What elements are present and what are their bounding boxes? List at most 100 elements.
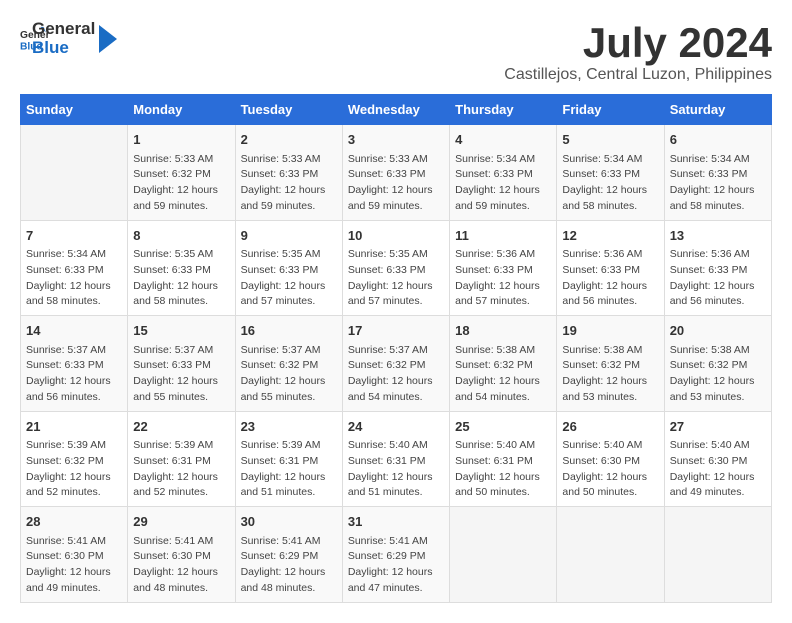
day-number: 20 — [670, 321, 766, 341]
day-info: Sunrise: 5:40 AMSunset: 6:30 PMDaylight:… — [670, 438, 766, 501]
day-info: Sunrise: 5:39 AMSunset: 6:31 PMDaylight:… — [133, 438, 229, 501]
calendar-cell: 27Sunrise: 5:40 AMSunset: 6:30 PMDayligh… — [664, 411, 771, 507]
day-info: Sunrise: 5:34 AMSunset: 6:33 PMDaylight:… — [670, 152, 766, 215]
calendar-cell: 29Sunrise: 5:41 AMSunset: 6:30 PMDayligh… — [128, 507, 235, 603]
calendar-week-row: 14Sunrise: 5:37 AMSunset: 6:33 PMDayligh… — [21, 316, 772, 412]
day-number: 25 — [455, 417, 551, 437]
calendar-cell: 31Sunrise: 5:41 AMSunset: 6:29 PMDayligh… — [342, 507, 449, 603]
day-info: Sunrise: 5:33 AMSunset: 6:33 PMDaylight:… — [241, 152, 337, 215]
day-info: Sunrise: 5:36 AMSunset: 6:33 PMDaylight:… — [562, 247, 658, 310]
day-number: 9 — [241, 226, 337, 246]
day-info: Sunrise: 5:41 AMSunset: 6:30 PMDaylight:… — [133, 534, 229, 597]
calendar-cell — [664, 507, 771, 603]
calendar-header-friday: Friday — [557, 95, 664, 125]
calendar-cell: 28Sunrise: 5:41 AMSunset: 6:30 PMDayligh… — [21, 507, 128, 603]
day-number: 26 — [562, 417, 658, 437]
day-info: Sunrise: 5:41 AMSunset: 6:29 PMDaylight:… — [241, 534, 337, 597]
day-number: 31 — [348, 512, 444, 532]
logo-general-text: General — [32, 20, 95, 39]
day-info: Sunrise: 5:35 AMSunset: 6:33 PMDaylight:… — [241, 247, 337, 310]
calendar-cell: 20Sunrise: 5:38 AMSunset: 6:32 PMDayligh… — [664, 316, 771, 412]
calendar-week-row: 28Sunrise: 5:41 AMSunset: 6:30 PMDayligh… — [21, 507, 772, 603]
day-number: 4 — [455, 130, 551, 150]
calendar-cell: 7Sunrise: 5:34 AMSunset: 6:33 PMDaylight… — [21, 220, 128, 316]
calendar-cell: 11Sunrise: 5:36 AMSunset: 6:33 PMDayligh… — [450, 220, 557, 316]
calendar-cell: 1Sunrise: 5:33 AMSunset: 6:32 PMDaylight… — [128, 125, 235, 221]
title-area: July 2024 Castillejos, Central Luzon, Ph… — [504, 20, 772, 84]
day-info: Sunrise: 5:34 AMSunset: 6:33 PMDaylight:… — [455, 152, 551, 215]
day-info: Sunrise: 5:39 AMSunset: 6:32 PMDaylight:… — [26, 438, 122, 501]
calendar-table: SundayMondayTuesdayWednesdayThursdayFrid… — [20, 94, 772, 603]
calendar-header-thursday: Thursday — [450, 95, 557, 125]
calendar-header-monday: Monday — [128, 95, 235, 125]
page-title: July 2024 — [504, 20, 772, 66]
calendar-cell — [557, 507, 664, 603]
day-number: 27 — [670, 417, 766, 437]
calendar-cell: 12Sunrise: 5:36 AMSunset: 6:33 PMDayligh… — [557, 220, 664, 316]
day-number: 7 — [26, 226, 122, 246]
day-info: Sunrise: 5:37 AMSunset: 6:32 PMDaylight:… — [348, 343, 444, 406]
day-number: 11 — [455, 226, 551, 246]
calendar-cell: 2Sunrise: 5:33 AMSunset: 6:33 PMDaylight… — [235, 125, 342, 221]
day-number: 13 — [670, 226, 766, 246]
calendar-cell: 6Sunrise: 5:34 AMSunset: 6:33 PMDaylight… — [664, 125, 771, 221]
calendar-cell: 10Sunrise: 5:35 AMSunset: 6:33 PMDayligh… — [342, 220, 449, 316]
calendar-cell: 22Sunrise: 5:39 AMSunset: 6:31 PMDayligh… — [128, 411, 235, 507]
day-number: 3 — [348, 130, 444, 150]
day-info: Sunrise: 5:38 AMSunset: 6:32 PMDaylight:… — [562, 343, 658, 406]
calendar-cell: 18Sunrise: 5:38 AMSunset: 6:32 PMDayligh… — [450, 316, 557, 412]
day-info: Sunrise: 5:41 AMSunset: 6:29 PMDaylight:… — [348, 534, 444, 597]
calendar-header-wednesday: Wednesday — [342, 95, 449, 125]
calendar-cell — [450, 507, 557, 603]
calendar-cell: 13Sunrise: 5:36 AMSunset: 6:33 PMDayligh… — [664, 220, 771, 316]
calendar-header-sunday: Sunday — [21, 95, 128, 125]
day-number: 14 — [26, 321, 122, 341]
calendar-cell: 30Sunrise: 5:41 AMSunset: 6:29 PMDayligh… — [235, 507, 342, 603]
day-info: Sunrise: 5:40 AMSunset: 6:31 PMDaylight:… — [455, 438, 551, 501]
day-number: 16 — [241, 321, 337, 341]
day-number: 22 — [133, 417, 229, 437]
day-info: Sunrise: 5:36 AMSunset: 6:33 PMDaylight:… — [670, 247, 766, 310]
logo-blue-text: Blue — [32, 39, 95, 58]
calendar-cell: 23Sunrise: 5:39 AMSunset: 6:31 PMDayligh… — [235, 411, 342, 507]
day-info: Sunrise: 5:36 AMSunset: 6:33 PMDaylight:… — [455, 247, 551, 310]
day-info: Sunrise: 5:37 AMSunset: 6:33 PMDaylight:… — [26, 343, 122, 406]
calendar-header-tuesday: Tuesday — [235, 95, 342, 125]
calendar-cell: 8Sunrise: 5:35 AMSunset: 6:33 PMDaylight… — [128, 220, 235, 316]
day-number: 15 — [133, 321, 229, 341]
calendar-cell: 21Sunrise: 5:39 AMSunset: 6:32 PMDayligh… — [21, 411, 128, 507]
day-number: 1 — [133, 130, 229, 150]
calendar-cell: 4Sunrise: 5:34 AMSunset: 6:33 PMDaylight… — [450, 125, 557, 221]
day-number: 21 — [26, 417, 122, 437]
day-number: 24 — [348, 417, 444, 437]
day-number: 2 — [241, 130, 337, 150]
day-number: 8 — [133, 226, 229, 246]
calendar-cell — [21, 125, 128, 221]
page-subtitle: Castillejos, Central Luzon, Philippines — [504, 66, 772, 84]
day-number: 18 — [455, 321, 551, 341]
calendar-header-saturday: Saturday — [664, 95, 771, 125]
day-number: 29 — [133, 512, 229, 532]
day-info: Sunrise: 5:34 AMSunset: 6:33 PMDaylight:… — [26, 247, 122, 310]
day-number: 10 — [348, 226, 444, 246]
day-info: Sunrise: 5:37 AMSunset: 6:32 PMDaylight:… — [241, 343, 337, 406]
calendar-week-row: 7Sunrise: 5:34 AMSunset: 6:33 PMDaylight… — [21, 220, 772, 316]
calendar-cell: 15Sunrise: 5:37 AMSunset: 6:33 PMDayligh… — [128, 316, 235, 412]
day-info: Sunrise: 5:34 AMSunset: 6:33 PMDaylight:… — [562, 152, 658, 215]
day-number: 12 — [562, 226, 658, 246]
day-info: Sunrise: 5:38 AMSunset: 6:32 PMDaylight:… — [455, 343, 551, 406]
calendar-header-row: SundayMondayTuesdayWednesdayThursdayFrid… — [21, 95, 772, 125]
header: General Blue General Blue July 2024 Cast… — [20, 20, 772, 84]
day-info: Sunrise: 5:33 AMSunset: 6:32 PMDaylight:… — [133, 152, 229, 215]
day-info: Sunrise: 5:40 AMSunset: 6:31 PMDaylight:… — [348, 438, 444, 501]
calendar-cell: 17Sunrise: 5:37 AMSunset: 6:32 PMDayligh… — [342, 316, 449, 412]
day-number: 5 — [562, 130, 658, 150]
calendar-cell: 3Sunrise: 5:33 AMSunset: 6:33 PMDaylight… — [342, 125, 449, 221]
day-info: Sunrise: 5:33 AMSunset: 6:33 PMDaylight:… — [348, 152, 444, 215]
calendar-cell: 24Sunrise: 5:40 AMSunset: 6:31 PMDayligh… — [342, 411, 449, 507]
calendar-cell: 16Sunrise: 5:37 AMSunset: 6:32 PMDayligh… — [235, 316, 342, 412]
calendar-week-row: 1Sunrise: 5:33 AMSunset: 6:32 PMDaylight… — [21, 125, 772, 221]
calendar-week-row: 21Sunrise: 5:39 AMSunset: 6:32 PMDayligh… — [21, 411, 772, 507]
logo-arrow-icon — [99, 25, 117, 53]
calendar-cell: 19Sunrise: 5:38 AMSunset: 6:32 PMDayligh… — [557, 316, 664, 412]
